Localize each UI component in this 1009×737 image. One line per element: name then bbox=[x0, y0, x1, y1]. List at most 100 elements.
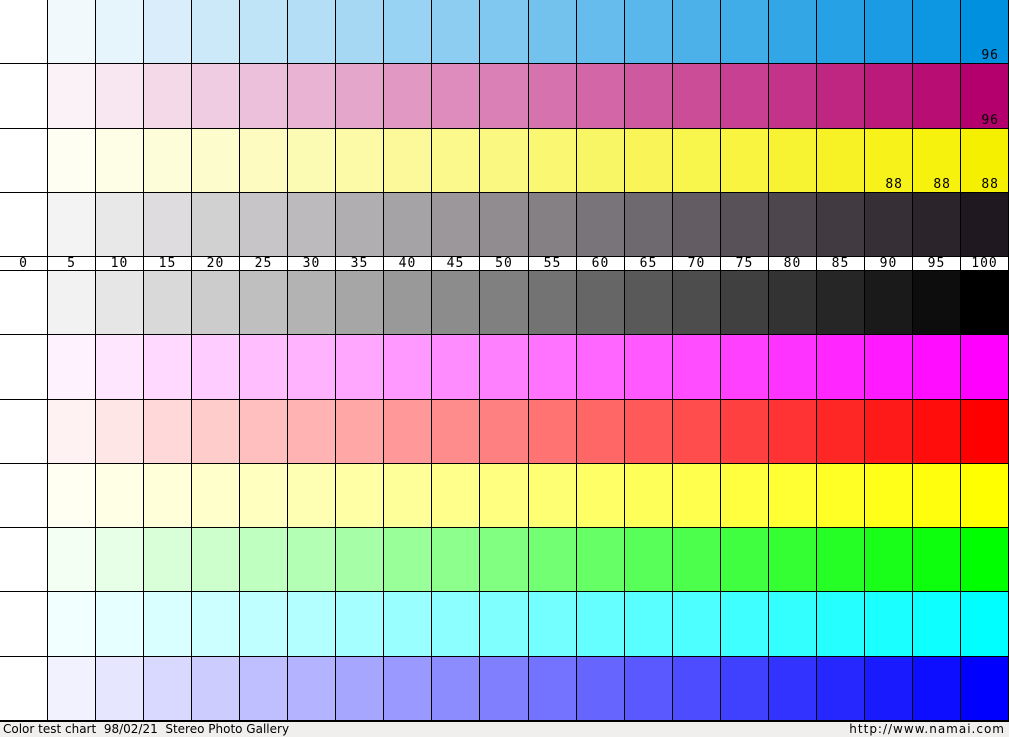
swatch-black-ink-30 bbox=[288, 193, 336, 257]
swatch-green-25 bbox=[240, 528, 288, 592]
swatch-green-30 bbox=[288, 528, 336, 592]
swatch-yellow-ink-50 bbox=[480, 129, 529, 193]
swatch-yellow-40 bbox=[384, 464, 432, 528]
swatch-cyan-ink-55 bbox=[529, 0, 577, 64]
swatch-gray-25 bbox=[240, 271, 288, 335]
swatch-yellow-15 bbox=[144, 464, 192, 528]
swatch-red-10 bbox=[96, 400, 144, 464]
swatch-green-10 bbox=[96, 528, 144, 592]
swatch-gray-30 bbox=[288, 271, 336, 335]
swatch-magenta-ink-55 bbox=[529, 64, 577, 129]
swatch-value-badge: 96 bbox=[981, 113, 999, 128]
swatch-magenta-30 bbox=[288, 335, 336, 400]
swatch-row-cyan bbox=[0, 592, 1009, 657]
swatch-magenta-20 bbox=[192, 335, 240, 400]
swatch-yellow-ink-10 bbox=[96, 129, 144, 193]
swatch-magenta-60 bbox=[577, 335, 625, 400]
percent-label: 90 bbox=[865, 257, 913, 271]
swatch-magenta-70 bbox=[673, 335, 721, 400]
swatch-cyan-100 bbox=[961, 592, 1009, 657]
swatch-cyan-ink-15 bbox=[144, 0, 192, 64]
swatch-red-25 bbox=[240, 400, 288, 464]
swatch-gray-70 bbox=[673, 271, 721, 335]
swatch-yellow-ink-40 bbox=[384, 129, 432, 193]
swatch-yellow-70 bbox=[673, 464, 721, 528]
swatch-magenta-25 bbox=[240, 335, 288, 400]
swatch-black-ink-70 bbox=[673, 193, 721, 257]
swatch-yellow-80 bbox=[769, 464, 817, 528]
swatch-black-ink-40 bbox=[384, 193, 432, 257]
swatch-red-5 bbox=[48, 400, 96, 464]
swatch-yellow-55 bbox=[529, 464, 577, 528]
swatch-cyan-ink-5 bbox=[48, 0, 96, 64]
swatch-cyan-55 bbox=[529, 592, 577, 657]
swatch-magenta-ink-10 bbox=[96, 64, 144, 129]
swatch-row-green bbox=[0, 528, 1009, 592]
swatch-cyan-30 bbox=[288, 592, 336, 657]
swatch-magenta-0 bbox=[0, 335, 48, 400]
swatch-green-85 bbox=[817, 528, 865, 592]
swatch-value-badge: 88 bbox=[885, 177, 903, 192]
swatch-black-ink-35 bbox=[336, 193, 384, 257]
swatch-magenta-ink-70 bbox=[673, 64, 721, 129]
swatch-yellow-60 bbox=[577, 464, 625, 528]
swatch-yellow-ink-30 bbox=[288, 129, 336, 193]
swatch-gray-100 bbox=[961, 271, 1009, 335]
swatch-black-ink-5 bbox=[48, 193, 96, 257]
swatch-red-95 bbox=[913, 400, 961, 464]
percent-label: 45 bbox=[432, 257, 480, 271]
swatch-row-gray bbox=[0, 271, 1009, 335]
swatch-black-ink-50 bbox=[480, 193, 529, 257]
swatch-red-90 bbox=[865, 400, 913, 464]
swatch-green-90 bbox=[865, 528, 913, 592]
swatch-gray-45 bbox=[432, 271, 480, 335]
swatch-gray-20 bbox=[192, 271, 240, 335]
swatch-red-50 bbox=[480, 400, 529, 464]
swatch-cyan-10 bbox=[96, 592, 144, 657]
swatch-red-70 bbox=[673, 400, 721, 464]
swatch-magenta-ink-95 bbox=[913, 64, 961, 129]
swatch-magenta-90 bbox=[865, 335, 913, 400]
swatch-cyan-75 bbox=[721, 592, 769, 657]
percent-label: 40 bbox=[384, 257, 432, 271]
swatch-magenta-ink-0 bbox=[0, 64, 48, 129]
swatch-black-ink-80 bbox=[769, 193, 817, 257]
swatch-magenta-15 bbox=[144, 335, 192, 400]
swatch-cyan-45 bbox=[432, 592, 480, 657]
swatch-row-yellow-ink: 88 88 88 bbox=[0, 129, 1009, 193]
swatch-yellow-90 bbox=[865, 464, 913, 528]
swatch-green-95 bbox=[913, 528, 961, 592]
color-test-chart: 96 96 88 88 88 0 5 10 15 20 25 30 35 40 45 50 55 60 65 70 7… bbox=[0, 0, 1009, 737]
swatch-blue-25 bbox=[240, 657, 288, 721]
swatch-yellow-95 bbox=[913, 464, 961, 528]
swatch-yellow-5 bbox=[48, 464, 96, 528]
swatch-blue-95 bbox=[913, 657, 961, 721]
swatch-green-5 bbox=[48, 528, 96, 592]
swatch-magenta-ink-60 bbox=[577, 64, 625, 129]
swatch-cyan-ink-25 bbox=[240, 0, 288, 64]
swatch-magenta-75 bbox=[721, 335, 769, 400]
swatch-yellow-ink-85 bbox=[817, 129, 865, 193]
swatch-yellow-30 bbox=[288, 464, 336, 528]
swatch-blue-10 bbox=[96, 657, 144, 721]
swatch-magenta-ink-50 bbox=[480, 64, 529, 129]
swatch-yellow-100 bbox=[961, 464, 1009, 528]
swatch-magenta-80 bbox=[769, 335, 817, 400]
swatch-black-ink-85 bbox=[817, 193, 865, 257]
swatch-yellow-ink-95: 88 bbox=[913, 129, 961, 193]
swatch-row-magenta bbox=[0, 335, 1009, 400]
swatch-magenta-50 bbox=[480, 335, 529, 400]
swatch-value-badge: 88 bbox=[981, 177, 999, 192]
swatch-gray-55 bbox=[529, 271, 577, 335]
swatch-cyan-ink-10 bbox=[96, 0, 144, 64]
percent-label: 30 bbox=[288, 257, 336, 271]
swatch-yellow-ink-90: 88 bbox=[865, 129, 913, 193]
swatch-gray-60 bbox=[577, 271, 625, 335]
swatch-blue-65 bbox=[625, 657, 673, 721]
swatch-blue-5 bbox=[48, 657, 96, 721]
swatch-black-ink-60 bbox=[577, 193, 625, 257]
percent-label: 65 bbox=[625, 257, 673, 271]
percent-label-row: 0 5 10 15 20 25 30 35 40 45 50 55 60 65 70 75 80 85 90 95 10… bbox=[0, 257, 1009, 271]
swatch-black-ink-10 bbox=[96, 193, 144, 257]
swatch-magenta-95 bbox=[913, 335, 961, 400]
